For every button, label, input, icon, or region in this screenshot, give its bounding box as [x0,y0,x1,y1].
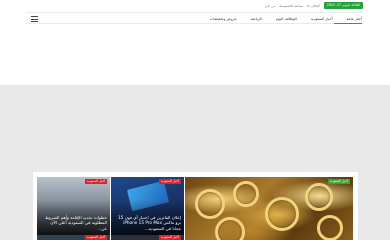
post-title[interactable]: خطوات تجديد الإقامة وأهم الشروط المطلوبة… [40,215,107,231]
post-title[interactable]: إعلان الفائزين في اختبار آي فون 15 برو م… [114,215,181,231]
gold-ring-image [215,217,245,240]
category-badge[interactable]: أخبار السعودية [158,179,181,184]
featured-post-residency[interactable]: أخبار السعودية خطوات تجديد الإقامة وأهم … [37,177,110,235]
featured-post-next[interactable]: أخبار السعودية [37,235,110,240]
about-link[interactable]: من نحن [265,4,276,8]
featured-posts: أخبار السعودية أخبار السعودية إعلان الفا… [33,172,358,240]
category-badge[interactable]: أخبار السعودية [84,179,107,184]
category-badge[interactable]: أخبار السعودية [158,235,181,240]
gold-ring-image [317,215,343,240]
nav-item-jobs-today[interactable]: الوظائف اليوم [276,17,297,21]
top-bar: الثلاثاء، فبراير 27، 2024 الإعلان لنا سي… [265,2,363,9]
gold-ring-image [233,181,259,207]
privacy-link[interactable]: سياسة الخصوصية [279,4,303,8]
nav-item-saudi-news[interactable]: أخبار السعودية [311,17,333,21]
category-badge[interactable]: أخبار السعودية [84,235,107,240]
category-badge[interactable]: أخبار السعودية [327,179,350,184]
nav-item-general-news[interactable]: أخبار عامة [347,17,362,21]
date-badge: الثلاثاء، فبراير 27، 2024 [323,2,363,9]
main-nav: أخبار عامة أخبار السعودية الوظائف اليوم … [26,12,364,24]
featured-post-next[interactable]: أخبار السعودية [111,235,184,240]
nav-item-offers[interactable]: عروض وتخفيضات [210,17,237,21]
gold-ring-image [265,197,299,231]
advertise-link[interactable]: الإعلان لنا [307,4,320,8]
featured-post-gold[interactable]: أخبار السعودية [185,177,353,240]
gold-ring-image [195,189,225,219]
nav-item-sports[interactable]: الرياضة [251,17,262,21]
page-header: الثلاثاء، فبراير 27، 2024 الإعلان لنا سي… [0,0,390,85]
nav-active-indicator [334,23,362,24]
gold-ring-image [305,183,333,211]
featured-post-iphone[interactable]: أخبار السعودية إعلان الفائزين في اختبار … [111,177,184,235]
hamburger-menu-icon[interactable] [31,16,38,22]
